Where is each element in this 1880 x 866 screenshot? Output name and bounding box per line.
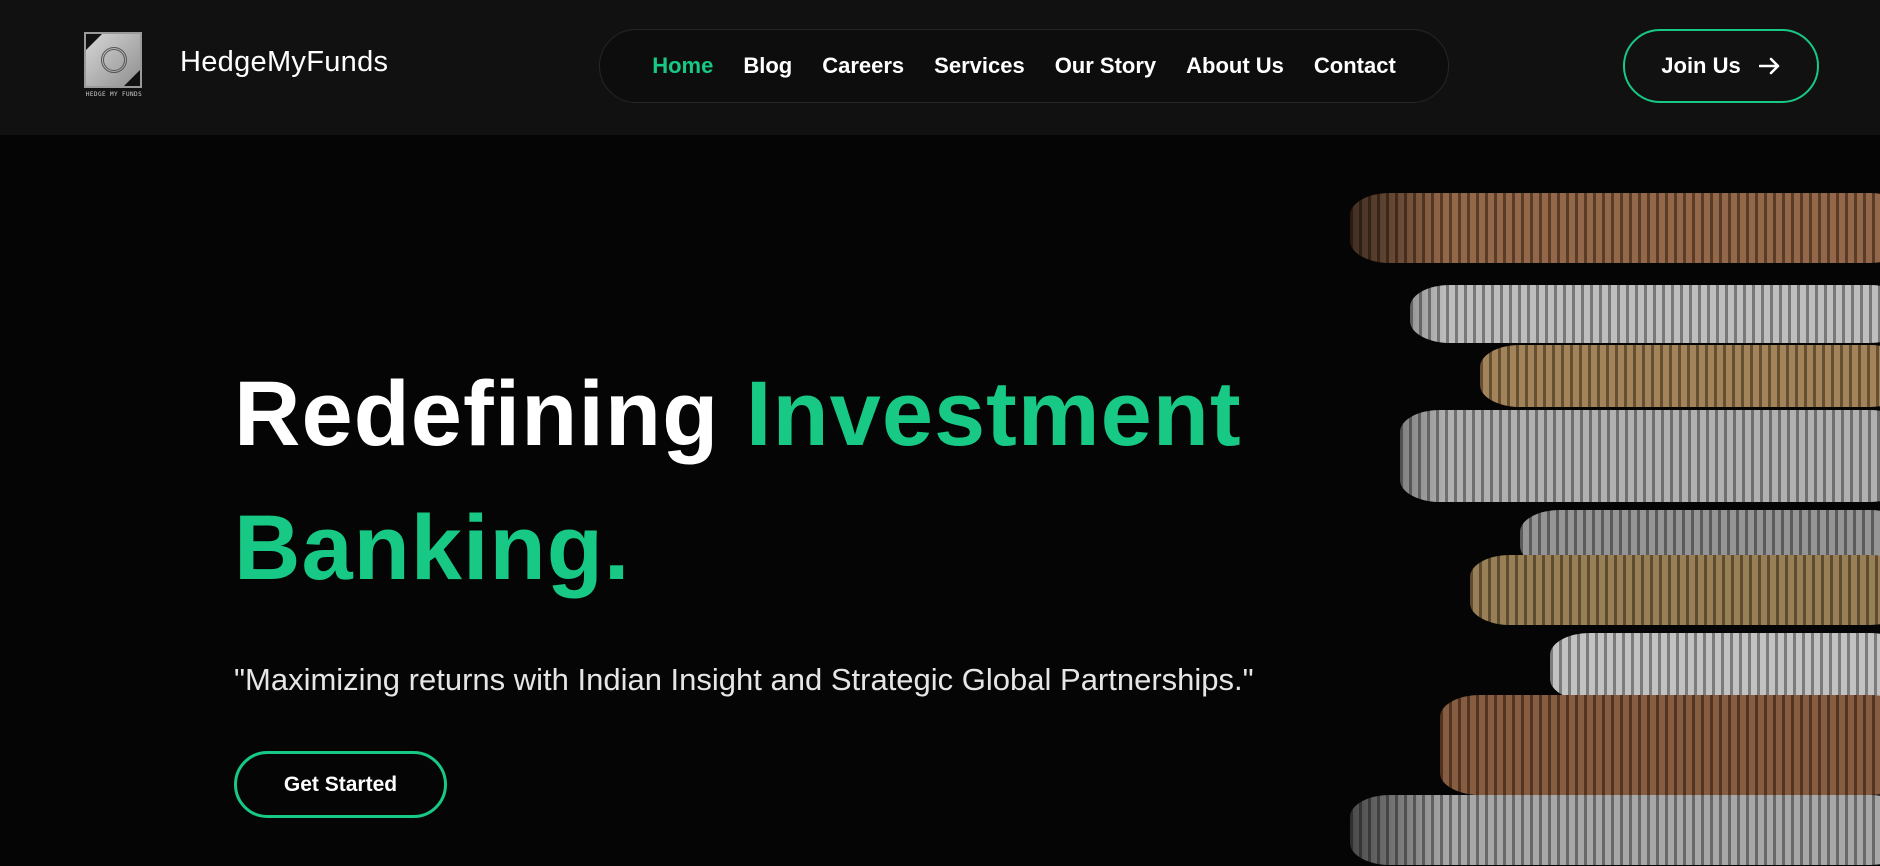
join-us-label: Join Us: [1661, 53, 1741, 78]
headline-accent-investment: Investment: [745, 363, 1242, 465]
join-us-button[interactable]: Join Us: [1623, 29, 1819, 103]
nav-item-about-us[interactable]: About Us: [1186, 53, 1284, 79]
nav-item-blog[interactable]: Blog: [743, 53, 792, 79]
nav-item-home[interactable]: Home: [652, 53, 713, 79]
logo-caption: HEDGE MY FUNDS: [85, 91, 143, 98]
arrow-right-icon: [1758, 57, 1780, 75]
main-nav: Home Blog Careers Services Our Story Abo…: [599, 29, 1449, 103]
nav-item-our-story[interactable]: Our Story: [1055, 53, 1156, 79]
get-started-button[interactable]: Get Started: [234, 751, 447, 818]
nav-item-careers[interactable]: Careers: [822, 53, 904, 79]
nav-item-services[interactable]: Services: [934, 53, 1025, 79]
headline-accent-banking: Banking.: [234, 497, 631, 599]
logo-icon: [84, 32, 142, 88]
headline-text: Redefining: [234, 363, 746, 465]
hero-headline: Redefining Investment Banking.: [234, 347, 1354, 615]
brand-name[interactable]: HedgeMyFunds: [180, 46, 388, 79]
site-header: HEDGE MY FUNDS HedgeMyFunds Home Blog Ca…: [0, 0, 1880, 135]
hero-tagline: "Maximizing returns with Indian Insight …: [234, 662, 1254, 697]
logo[interactable]: HEDGE MY FUNDS: [82, 30, 146, 102]
nav-item-contact[interactable]: Contact: [1314, 53, 1396, 79]
hero-section: Redefining Investment Banking. "Maximizi…: [0, 135, 1880, 866]
